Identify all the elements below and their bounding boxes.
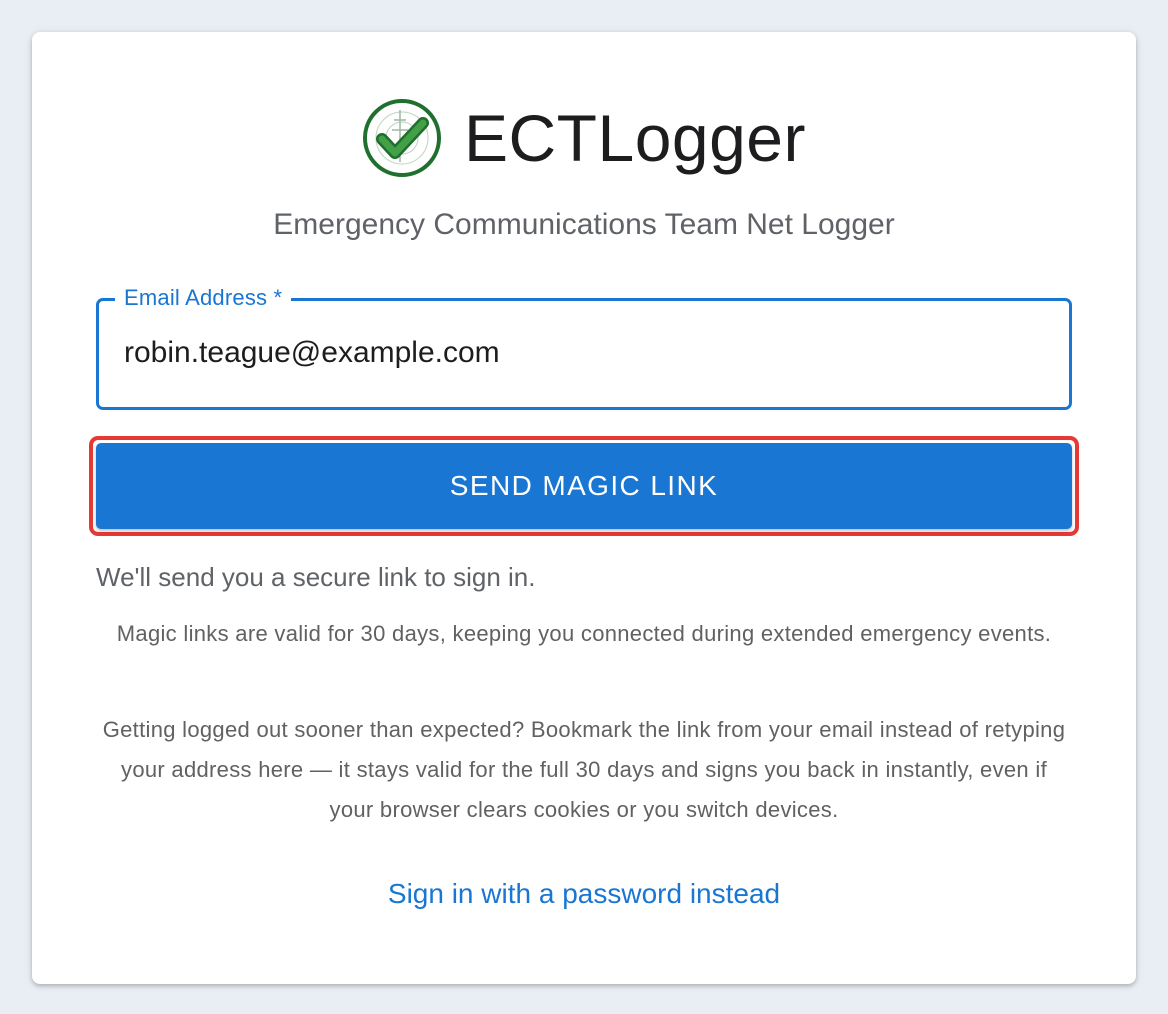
app-subtitle: Emergency Communications Team Net Logger — [273, 208, 895, 241]
send-magic-link-button[interactable]: SEND MAGIC LINK — [96, 443, 1072, 529]
password-signin-link[interactable]: Sign in with a password instead — [32, 878, 1136, 910]
email-input[interactable] — [124, 333, 1024, 373]
email-field[interactable]: Email Address * — [96, 284, 1072, 410]
bookmark-tip-info: Getting logged out sooner than expected?… — [102, 717, 1066, 822]
app-title: ECTLogger — [463, 101, 806, 175]
brand-header: ECTLogger — [32, 98, 1136, 178]
email-field-label: Email Address * — [115, 284, 292, 312]
checkmark-radio-tower-icon — [362, 99, 441, 177]
magic-link-validity-info: Magic links are valid for 30 days, keepi… — [116, 621, 1052, 646]
send-link-hint: We'll send you a secure link to sign in. — [96, 562, 536, 592]
login-card: ECTLogger Emergency Communications Team … — [32, 32, 1136, 984]
